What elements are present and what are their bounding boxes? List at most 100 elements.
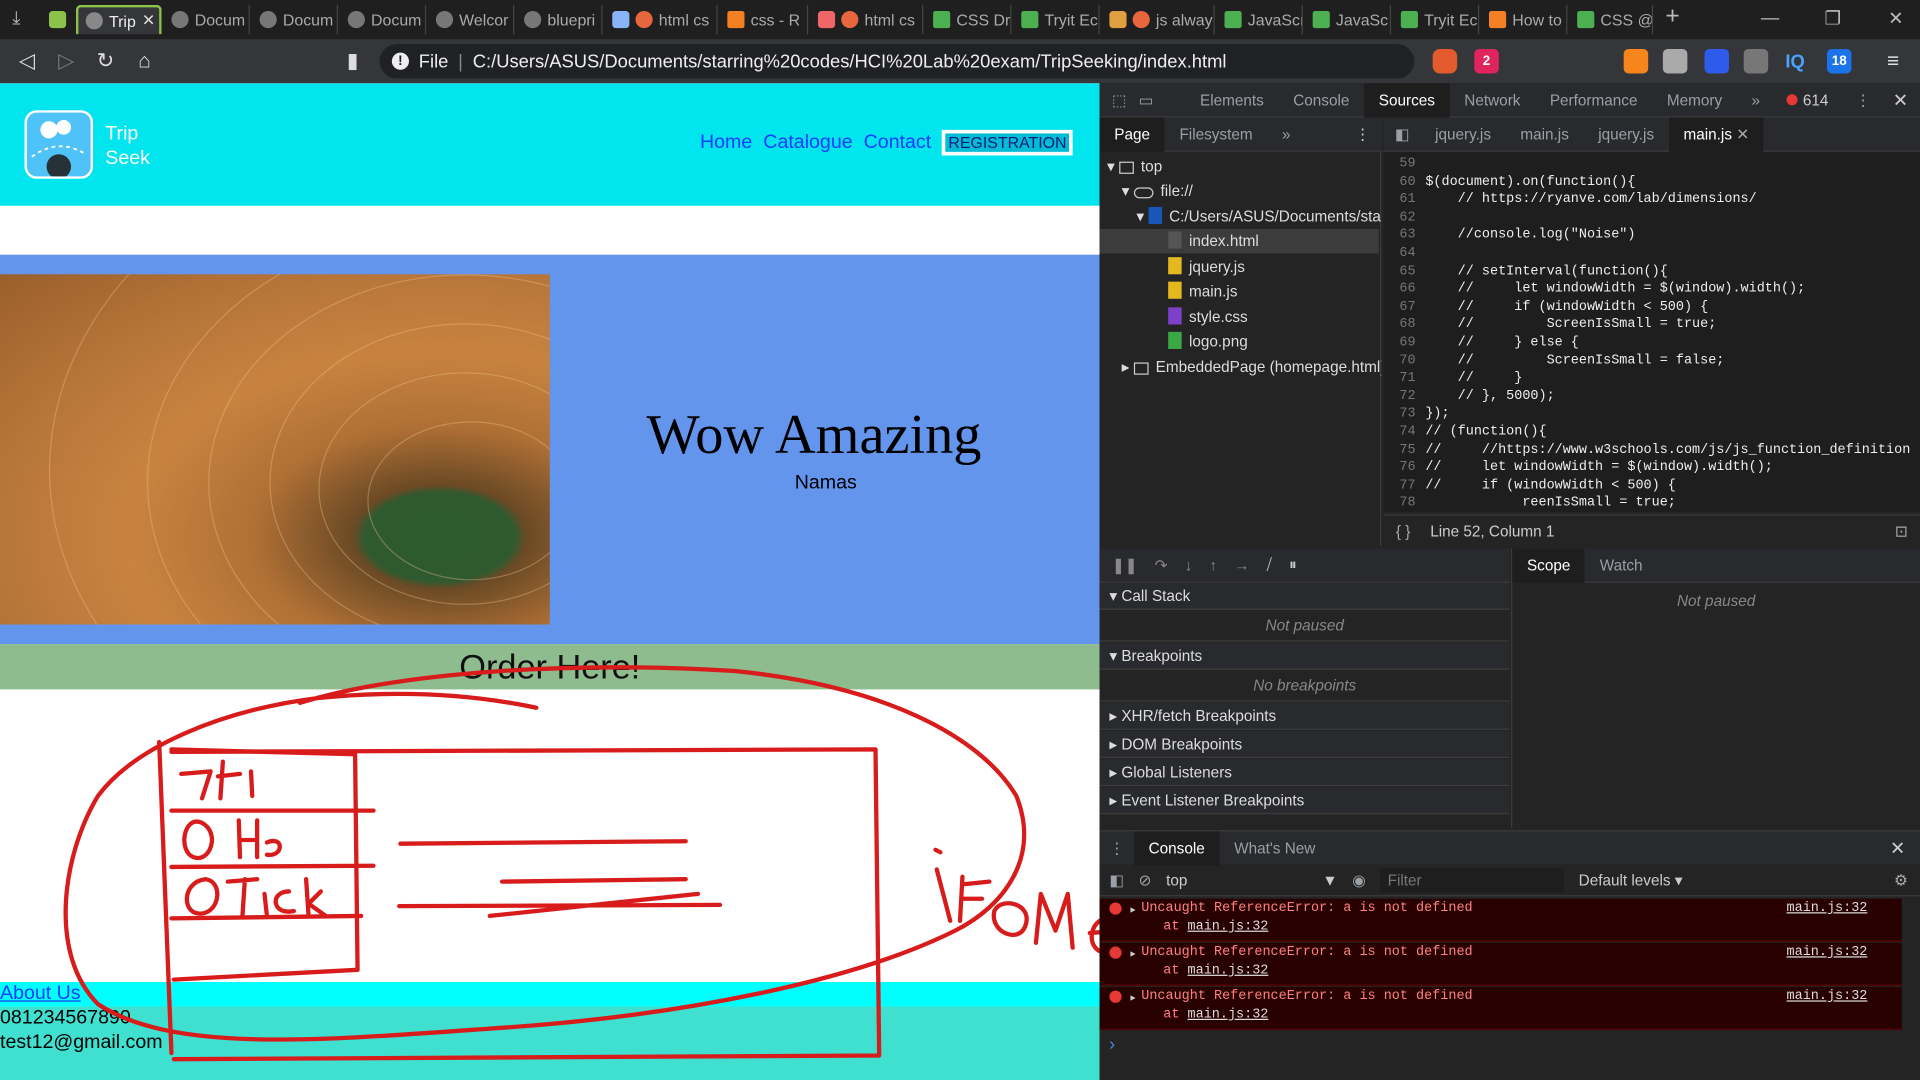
tab[interactable]: Docum xyxy=(164,4,250,35)
nav-catalogue-link[interactable]: Catalogue xyxy=(763,132,852,154)
toggle-debugger-icon[interactable]: ⊡ xyxy=(1895,516,1908,548)
toggle-navigator-icon[interactable]: ◧ xyxy=(1384,125,1421,143)
step-out-icon[interactable]: ↑ xyxy=(1209,557,1217,574)
inspect-icon[interactable]: ⬚ xyxy=(1112,91,1139,109)
drawer-tab-whats-new[interactable]: What's New xyxy=(1219,831,1330,865)
tab[interactable]: html cs xyxy=(605,4,718,35)
expand-triangle-icon[interactable]: ▸ xyxy=(1129,901,1137,919)
stack-source-link[interactable]: main.js:32 xyxy=(1188,1008,1269,1023)
download-icon[interactable]: ⤓ xyxy=(12,7,20,28)
nav-home-link[interactable]: Home xyxy=(700,132,752,154)
line-number[interactable]: 68 xyxy=(1384,318,1415,333)
error-source-link[interactable]: main.js:32 xyxy=(1787,945,1868,960)
tab-elements[interactable]: Elements xyxy=(1185,83,1278,117)
console-prompt[interactable]: › xyxy=(1109,1033,1115,1053)
metamask-icon[interactable] xyxy=(1623,48,1649,74)
tab-page[interactable]: Page xyxy=(1099,116,1165,152)
kebab-menu-icon[interactable]: ⋮ xyxy=(1100,839,1134,857)
reload-icon[interactable]: ↻ xyxy=(86,49,125,73)
nav-contact-link[interactable]: Contact xyxy=(864,132,932,154)
tab[interactable]: Docum xyxy=(340,4,427,35)
tab-active[interactable]: Trip ✕ xyxy=(75,4,162,35)
line-number[interactable]: 60 xyxy=(1384,175,1415,190)
kebab-menu-icon[interactable]: ⋮ xyxy=(1355,125,1370,143)
stack-source-link[interactable]: main.js:32 xyxy=(1188,964,1269,979)
tree-item-embedded[interactable]: ▸ EmbeddedPage (homepage.html) xyxy=(1100,355,1382,379)
eye-icon[interactable]: ◉ xyxy=(1352,871,1365,889)
expand-triangle-icon[interactable]: ▸ xyxy=(1129,945,1137,963)
close-icon[interactable]: ✕ xyxy=(142,11,155,31)
dom-breakpoints-header[interactable]: ▸ DOM Breakpoints xyxy=(1099,731,1510,758)
tab[interactable]: bluepri xyxy=(517,4,603,35)
brave-rewards-icon[interactable]: 2 xyxy=(1474,48,1499,74)
console-filter-input[interactable]: Filter xyxy=(1380,867,1564,893)
iq-icon[interactable]: IQ xyxy=(1783,49,1807,73)
pause-on-exceptions-icon[interactable]: ⏸ xyxy=(1289,556,1297,574)
tree-item-origin[interactable]: ▾ file:// xyxy=(1100,179,1193,203)
context-selector[interactable]: top ▼ xyxy=(1166,871,1337,888)
extension-icon[interactable] xyxy=(1662,48,1688,74)
stack-source-link[interactable]: main.js:32 xyxy=(1188,920,1269,935)
line-number[interactable]: 67 xyxy=(1384,300,1415,315)
line-number[interactable]: 65 xyxy=(1384,264,1415,279)
tab[interactable]: JavaSc xyxy=(1305,4,1392,35)
tab-console[interactable]: Console xyxy=(1279,83,1365,117)
line-number[interactable]: 72 xyxy=(1384,389,1415,404)
info-icon[interactable]: ! xyxy=(391,52,409,70)
file-tab-jquery[interactable]: jquery.js xyxy=(1420,117,1505,151)
tab[interactable]: CSS @ xyxy=(1570,4,1654,35)
tree-item-folder[interactable]: ▾ C:/Users/ASUS/Documents/sta xyxy=(1100,204,1382,228)
call-stack-header[interactable]: ▾ Call Stack xyxy=(1099,582,1510,610)
drawer-tab-console[interactable]: Console xyxy=(1133,830,1220,866)
tab[interactable]: js alway xyxy=(1102,4,1215,35)
tree-file-main[interactable]: main.js xyxy=(1100,279,1237,303)
error-source-link[interactable]: main.js:32 xyxy=(1787,901,1868,916)
tab[interactable]: CSS Dr xyxy=(926,4,1012,35)
file-tab-main-active[interactable]: main.js ✕ xyxy=(1668,116,1764,152)
tab-memory[interactable]: Memory xyxy=(1652,83,1737,117)
tab[interactable]: Docum xyxy=(252,4,338,35)
line-number[interactable]: 76 xyxy=(1384,461,1415,476)
line-number[interactable]: 64 xyxy=(1384,246,1415,261)
expand-triangle-icon[interactable]: ▸ xyxy=(1129,989,1137,1007)
menu-icon[interactable]: ≡ xyxy=(1873,49,1912,73)
breakpoints-header[interactable]: ▾ Breakpoints xyxy=(1099,642,1510,670)
console-error-row[interactable]: ▸ Uncaught ReferenceError: a is not defin… xyxy=(1099,942,1902,986)
line-number[interactable]: 61 xyxy=(1384,192,1415,207)
line-number[interactable]: 59 xyxy=(1384,157,1415,172)
step-into-icon[interactable]: ↓ xyxy=(1185,557,1193,574)
clear-console-icon[interactable]: ⊘ xyxy=(1139,871,1152,889)
calendar-icon[interactable]: 18 xyxy=(1826,48,1852,74)
device-toolbar-icon[interactable]: ▭ xyxy=(1139,91,1186,109)
file-tab-main[interactable]: main.js xyxy=(1506,117,1584,151)
tab[interactable]: Welcor xyxy=(429,4,515,35)
tree-file-style[interactable]: style.css xyxy=(1100,305,1248,329)
tab[interactable]: Tryit Ec xyxy=(1014,4,1100,35)
xhr-breakpoints-header[interactable]: ▸ XHR/fetch Breakpoints xyxy=(1099,702,1510,730)
restore-icon[interactable]: ❐ xyxy=(1825,7,1841,30)
tab[interactable]: Tryit Ec xyxy=(1393,4,1480,35)
console-error-row[interactable]: ▸ Uncaught ReferenceError: a is not defin… xyxy=(1099,986,1902,1030)
home-icon[interactable]: ⌂ xyxy=(125,49,164,73)
address-bar[interactable]: ! File | C:/Users/ASUS/Documents/starrin… xyxy=(379,44,1415,79)
back-icon[interactable]: ◁ xyxy=(7,49,46,73)
tab-manager-icon[interactable] xyxy=(1743,48,1769,74)
tab-group-icon[interactable] xyxy=(48,11,67,29)
deactivate-breakpoints-icon[interactable]: ⧸ xyxy=(1267,556,1272,574)
step-over-icon[interactable]: ↷ xyxy=(1155,556,1168,574)
error-counter[interactable]: 614 xyxy=(1786,91,1828,108)
tab-scope[interactable]: Scope xyxy=(1512,547,1586,583)
tree-file-logo[interactable]: logo.png xyxy=(1100,329,1248,353)
kebab-menu-icon[interactable]: ⋮ xyxy=(1855,91,1870,109)
line-number[interactable]: 78 xyxy=(1384,496,1415,511)
close-drawer-icon[interactable]: ✕ xyxy=(1890,837,1905,859)
url-text[interactable]: C:/Users/ASUS/Documents/starring%20codes… xyxy=(473,51,1227,72)
minimize-icon[interactable]: — xyxy=(1761,7,1779,28)
line-number[interactable]: 73 xyxy=(1384,407,1415,422)
shield-icon[interactable] xyxy=(1704,48,1729,74)
tree-file-jquery[interactable]: jquery.js xyxy=(1100,255,1245,279)
code-editor[interactable]: 59 60 $(document).on(function(){61 // http… xyxy=(1383,151,1920,512)
line-number[interactable]: 77 xyxy=(1384,479,1415,494)
global-listeners-header[interactable]: ▸ Global Listeners xyxy=(1099,759,1510,787)
more-nav-tabs[interactable]: » xyxy=(1267,117,1305,151)
